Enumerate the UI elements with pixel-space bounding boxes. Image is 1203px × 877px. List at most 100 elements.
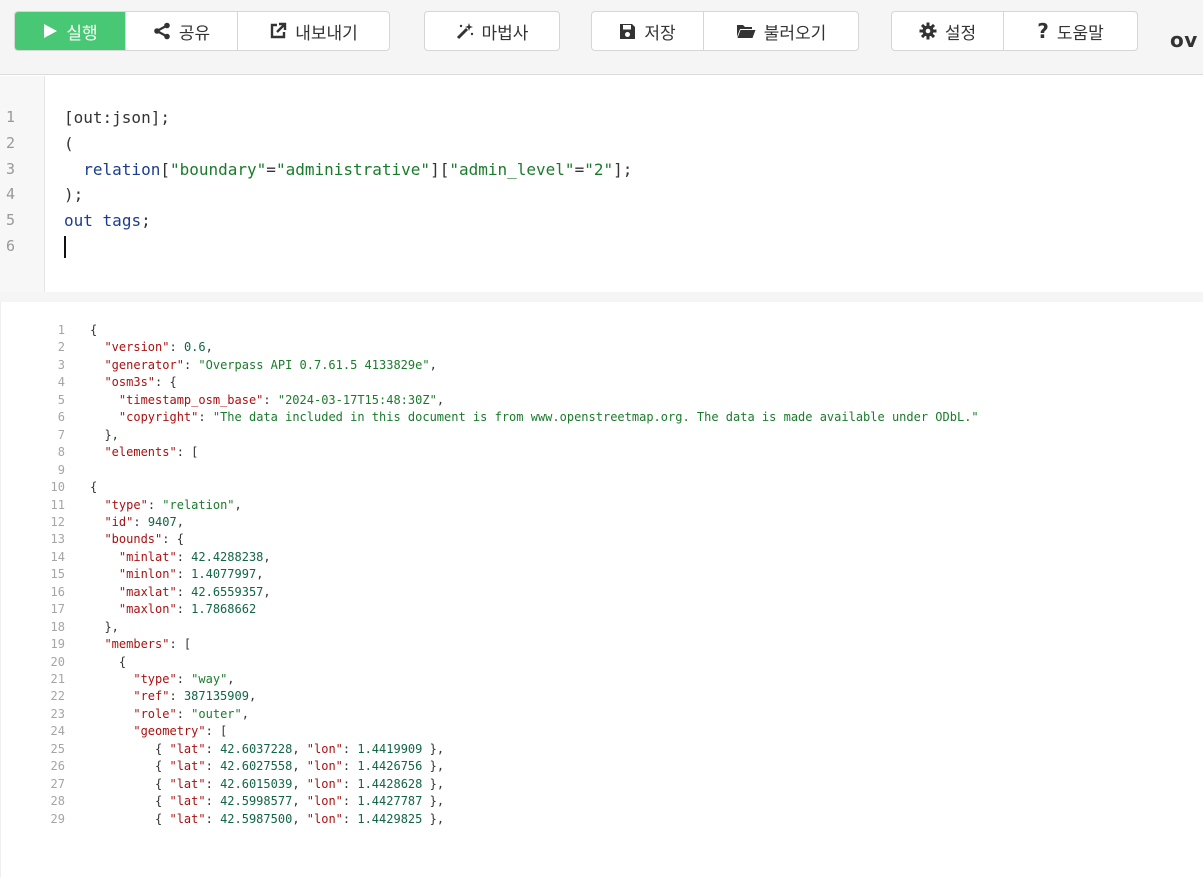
result-token: { xyxy=(90,776,170,791)
query-code-line: relation["boundary"="administrative"]["a… xyxy=(64,160,632,179)
result-data-view[interactable]: 1 {2 "version": 0.6, 3 "generator": "Overp… xyxy=(0,302,1203,877)
result-token: : [ xyxy=(176,445,199,460)
result-token: , xyxy=(429,357,437,372)
result-token: 1.4427787 xyxy=(357,794,423,809)
query-token: "admin_level" xyxy=(449,159,575,179)
result-code-line: { xyxy=(90,323,97,337)
result-token xyxy=(90,375,104,389)
result-token: "type" xyxy=(133,672,177,686)
result-token xyxy=(90,602,119,616)
result-token xyxy=(90,724,133,738)
result-token: : xyxy=(133,514,148,529)
query-editor[interactable]: 1 [out:json]; 2(3 relation["boundary"="adm… xyxy=(0,76,1203,292)
query-token: = xyxy=(266,159,276,179)
result-token: , xyxy=(292,811,307,826)
result-token: "lat" xyxy=(169,741,206,756)
result-line-number: 17 xyxy=(50,602,65,617)
result-token: , xyxy=(436,392,445,407)
query-token: "2" xyxy=(584,159,614,179)
result-token: "generator" xyxy=(104,357,184,372)
settings-button[interactable]: 설정 xyxy=(892,12,1003,50)
query-line-number: 2 xyxy=(6,133,16,152)
result-token xyxy=(90,550,119,564)
result-token: , xyxy=(234,497,242,512)
result-token: 42.6015039 xyxy=(220,776,293,791)
result-line-number: 20 xyxy=(50,654,65,669)
query-token xyxy=(64,160,83,179)
result-line-number: 25 xyxy=(50,741,65,756)
query-token: ); xyxy=(64,185,84,205)
result-line-number: 3 xyxy=(57,357,65,372)
settings-help-group: 설정 ? 도움말 xyxy=(891,11,1138,51)
query-token: tags xyxy=(102,211,142,231)
result-token: : xyxy=(342,794,358,809)
export-button[interactable]: 내보내기 xyxy=(237,12,389,50)
query-code-line: ); xyxy=(64,185,83,204)
result-token: : xyxy=(198,410,213,425)
result-token xyxy=(90,498,104,512)
result-token: : xyxy=(205,741,221,756)
result-token: "lon" xyxy=(306,776,343,791)
result-token: , xyxy=(263,549,271,564)
result-token: , xyxy=(292,759,307,774)
result-token: "minlat" xyxy=(118,549,177,564)
query-token: relation xyxy=(83,159,161,179)
result-code-line: }, xyxy=(90,620,118,634)
result-token xyxy=(90,532,104,546)
help-button[interactable]: ? 도움말 xyxy=(1003,12,1137,50)
result-line-number: 19 xyxy=(50,637,65,652)
result-token: 1.4077997 xyxy=(191,567,257,582)
share-button[interactable]: 공유 xyxy=(125,12,237,50)
result-token: }, xyxy=(422,759,445,774)
result-code-line: "geometry": [ xyxy=(90,724,227,738)
result-token: : xyxy=(176,672,192,686)
result-token: "lon" xyxy=(306,741,343,756)
query-token: ]; xyxy=(613,159,633,179)
result-token: "copyright" xyxy=(118,410,199,425)
result-token: "minlon" xyxy=(118,567,177,582)
share-button-label: 공유 xyxy=(178,23,211,44)
result-token: { xyxy=(90,794,170,809)
result-token: : { xyxy=(162,532,184,547)
result-token: "lat" xyxy=(169,794,206,809)
run-button-label: 실행 xyxy=(66,23,98,44)
result-token: 42.6027558 xyxy=(220,759,293,774)
result-line-number: 7 xyxy=(57,427,65,442)
result-code-line: { "lat": 42.6015039, "lon": 1.4428628 }, xyxy=(90,777,444,791)
result-line-number: 26 xyxy=(50,759,65,774)
query-token: ( xyxy=(64,133,74,153)
load-button[interactable]: 불러오기 xyxy=(703,12,858,50)
load-button-label: 불러오기 xyxy=(763,23,827,44)
result-code-line: "ref": 387135909, xyxy=(90,689,256,703)
share-icon xyxy=(153,22,171,40)
result-token: "maxlat" xyxy=(118,584,177,599)
query-code-line: ( xyxy=(64,134,74,153)
query-line-number: 5 xyxy=(6,211,16,230)
query-line-number: 1 xyxy=(6,108,16,126)
query-line-number: 4 xyxy=(6,185,16,204)
result-line-number: 1 xyxy=(57,323,65,337)
result-code-line: { "lat": 42.6037228, "lon": 1.4419909 }, xyxy=(90,742,444,756)
result-token: 1.4429825 xyxy=(357,811,423,826)
result-token: : xyxy=(176,584,192,599)
panel-divider[interactable] xyxy=(0,292,1203,302)
text-cursor xyxy=(64,236,66,258)
result-code-line: "members": [ xyxy=(90,637,191,651)
result-line-number: 4 xyxy=(57,375,65,390)
result-line-number: 27 xyxy=(50,776,65,791)
result-token xyxy=(90,637,104,651)
save-button[interactable]: 저장 xyxy=(592,12,703,50)
wizard-button[interactable]: 마법사 xyxy=(425,12,559,50)
result-token: 42.5987500 xyxy=(220,811,293,826)
result-code-line: "minlon": 1.4077997, xyxy=(90,567,264,582)
result-token: 1.7868662 xyxy=(191,602,257,617)
query-token: out xyxy=(64,211,93,231)
query-code-line: out tags; xyxy=(64,211,151,230)
result-code-line: "type": "way", xyxy=(90,672,234,686)
run-button[interactable]: 실행 xyxy=(15,12,125,50)
result-token: 42.6037228 xyxy=(220,741,293,756)
result-token: "lon" xyxy=(306,811,343,826)
result-token: , xyxy=(176,514,184,529)
result-token xyxy=(90,515,104,529)
result-token: "elements" xyxy=(104,445,177,460)
